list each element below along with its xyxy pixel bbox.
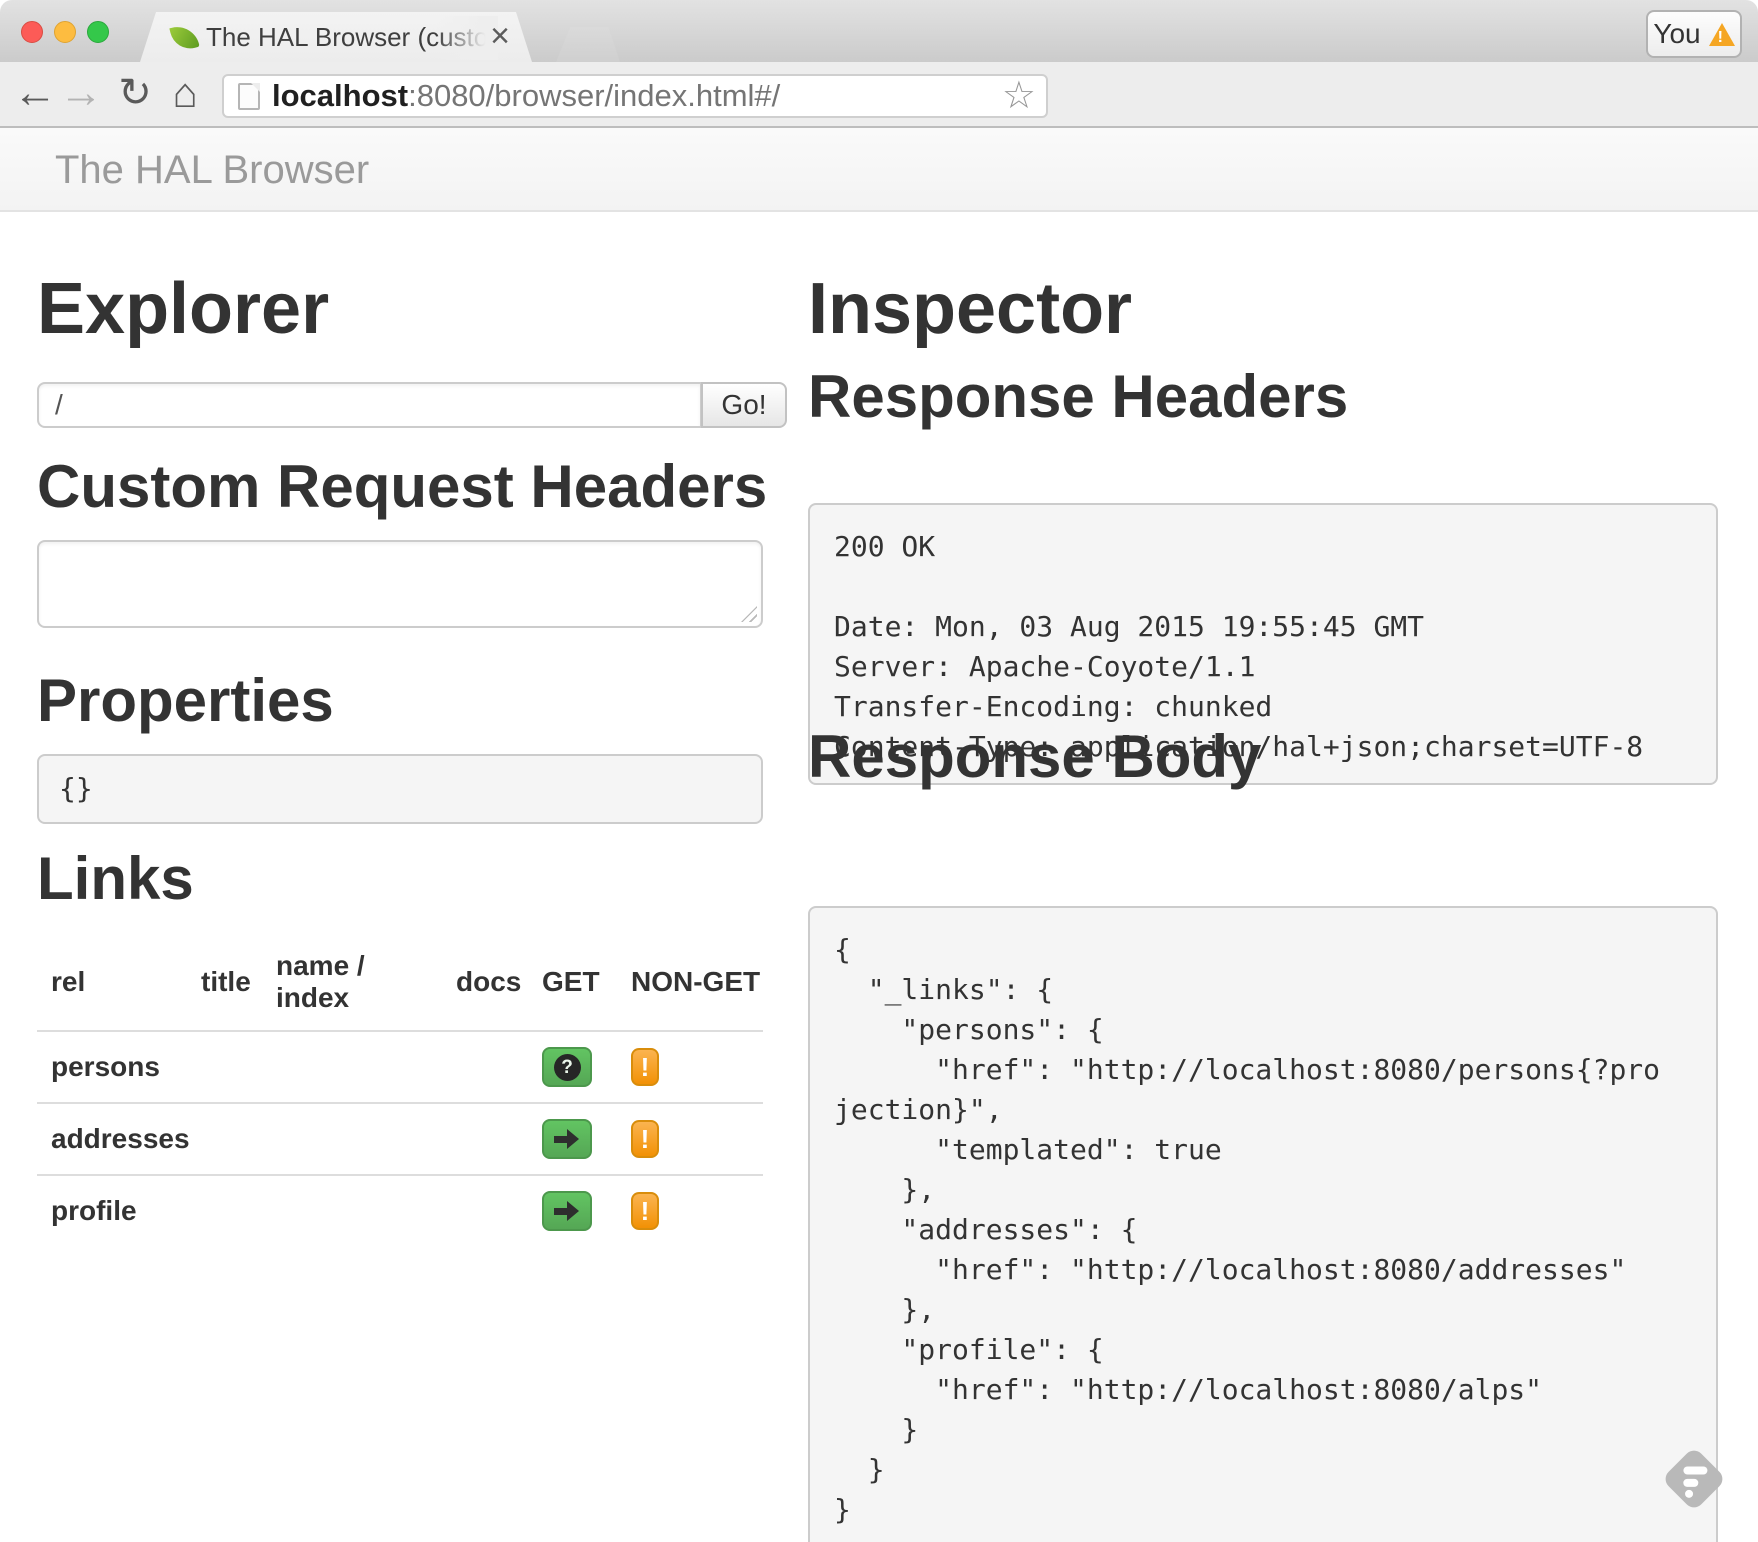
url-text[interactable]: localhost:8080/browser/index.html#/ (272, 76, 780, 116)
minimize-window-button[interactable] (54, 21, 76, 43)
column-header-title: title (187, 932, 262, 1031)
close-window-button[interactable] (21, 21, 43, 43)
properties-heading: Properties (37, 666, 334, 735)
url-path: :8080/browser/index.html#/ (408, 78, 780, 113)
table-row-addresses: addresses ! (37, 1103, 763, 1175)
custom-request-headers-heading: Custom Request Headers (37, 452, 767, 521)
url-host: localhost (272, 78, 408, 113)
table-row-persons: persons ? ! (37, 1031, 763, 1103)
rel-label: profile (37, 1175, 187, 1246)
non-get-button[interactable]: ! (631, 1120, 659, 1158)
links-heading: Links (37, 844, 194, 913)
get-button[interactable]: ? (542, 1047, 592, 1087)
table-row-profile: profile ! (37, 1175, 763, 1246)
profile-you-label: You (1653, 18, 1700, 50)
page-icon (238, 83, 260, 110)
home-button[interactable]: ⌂ (162, 62, 208, 126)
explorer-heading: Explorer (37, 268, 329, 350)
address-bar[interactable]: localhost:8080/browser/index.html#/ ☆ (222, 74, 1048, 118)
response-body-block: { "_links": { "persons": { "href": "http… (808, 906, 1718, 1542)
go-button[interactable]: Go! (701, 382, 787, 428)
spring-leaf-favicon (169, 22, 199, 52)
new-tab-button[interactable] (556, 27, 620, 62)
rel-label: persons (37, 1031, 187, 1103)
properties-value: {} (37, 754, 763, 824)
bookmark-star-icon[interactable]: ☆ (1002, 76, 1036, 116)
tab-title-fade (436, 16, 498, 60)
name-index-cell (262, 1031, 442, 1103)
non-get-button[interactable]: ! (631, 1048, 659, 1086)
name-index-cell (262, 1175, 442, 1246)
arrow-right-icon (554, 1129, 580, 1149)
arrow-right-icon (554, 1201, 580, 1221)
page-title: The HAL Browser (55, 128, 369, 212)
page-header: The HAL Browser (0, 128, 1758, 212)
docs-cell (442, 1031, 528, 1103)
tab-close-icon[interactable]: × (490, 12, 510, 62)
inspector-heading: Inspector (808, 268, 1132, 350)
title-cell (187, 1175, 262, 1246)
title-cell (187, 1103, 262, 1175)
non-get-button[interactable]: ! (631, 1192, 659, 1230)
response-body-heading: Response Body (808, 722, 1261, 791)
get-button[interactable] (542, 1191, 592, 1231)
column-header-name-index: name / index (262, 932, 442, 1031)
column-header-docs: docs (442, 932, 528, 1031)
custom-request-headers-input[interactable] (37, 540, 763, 628)
links-table-header-row: rel title name / index docs GET NON-GET (37, 932, 763, 1031)
browser-window: The HAL Browser (customiz × You ! ← → ↻ … (0, 0, 1758, 1542)
docs-cell (442, 1103, 528, 1175)
question-sign-icon: ? (554, 1054, 581, 1081)
column-header-get: GET (528, 932, 617, 1031)
column-header-nonget: NON-GET (617, 932, 763, 1031)
forward-button[interactable]: → (58, 62, 104, 126)
column-header-rel: rel (37, 932, 187, 1031)
explorer-address-input[interactable] (37, 382, 702, 428)
back-button[interactable]: ← (12, 62, 58, 126)
fullscreen-window-button[interactable] (87, 21, 109, 43)
browser-toolbar: ← → ↻ ⌂ localhost:8080/browser/index.htm… (0, 62, 1758, 128)
rel-label: addresses (37, 1103, 187, 1175)
links-table: rel title name / index docs GET NON-GET … (37, 932, 763, 1246)
tab-bar: The HAL Browser (customiz × You ! (0, 0, 1758, 62)
reload-button[interactable]: ↻ (112, 62, 158, 126)
docs-cell (442, 1175, 528, 1246)
browser-tab[interactable]: The HAL Browser (customiz × (140, 12, 532, 62)
get-button[interactable] (542, 1119, 592, 1159)
name-index-cell (262, 1103, 442, 1175)
response-headers-heading: Response Headers (808, 362, 1348, 431)
profile-you-button[interactable]: You ! (1646, 10, 1742, 58)
warning-icon: ! (1709, 23, 1735, 46)
title-cell (187, 1031, 262, 1103)
